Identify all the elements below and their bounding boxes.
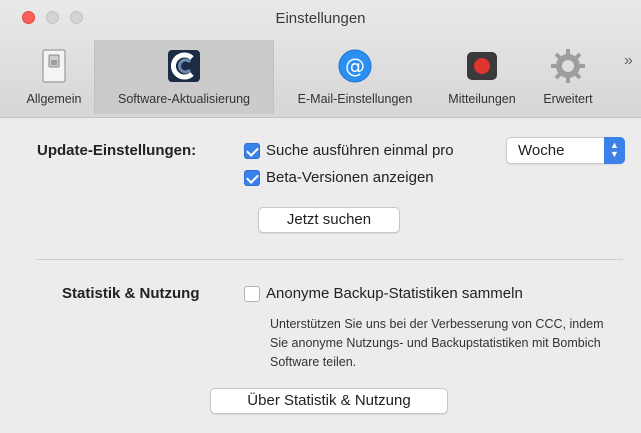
about-statistics-button[interactable]: Über Statistik & Nutzung (210, 388, 448, 414)
toolbar-label: Software-Aktualisierung (117, 92, 250, 106)
toolbar-item-allgemein[interactable]: Allgemein (15, 40, 93, 114)
search-now-button[interactable]: Jetzt suchen (258, 207, 400, 233)
statistics-description: Unterstützen Sie uns bei der Verbesserun… (270, 317, 604, 369)
toolbar-label: Allgemein (26, 92, 82, 106)
beta-versions-label: Beta-Versionen anzeigen (266, 169, 434, 186)
collect-statistics-checkbox[interactable] (244, 286, 260, 302)
svg-text:@: @ (345, 54, 365, 78)
interval-select-value: Woche (518, 142, 565, 159)
toolbar-item-erweitert[interactable]: Erweitert (530, 40, 606, 114)
toolbar-overflow-icon[interactable]: » (624, 52, 633, 70)
switch-icon (42, 49, 66, 83)
at-sign-icon: @ (338, 49, 372, 83)
statistics-usage-label: Statistik & Nutzung (62, 285, 200, 302)
toolbar-item-mitteilungen[interactable]: Mitteilungen (435, 40, 529, 114)
toolbar-item-email[interactable]: @ E-Mail-Einstellungen (276, 40, 434, 114)
search-interval-checkbox[interactable] (244, 143, 260, 159)
toolbar-item-software-aktualisierung[interactable]: Software-Aktualisierung (94, 40, 274, 114)
collect-statistics-label: Anonyme Backup-Statistiken sammeln (266, 285, 523, 302)
beta-versions-checkbox[interactable] (244, 170, 260, 186)
update-settings-label: Update-Einstellungen: (37, 142, 197, 159)
interval-select[interactable]: Woche ▲ ▼ (506, 137, 625, 164)
titlebar: Einstellungen Allgemein Software-Aktuali… (0, 0, 641, 118)
preferences-window: Einstellungen Allgemein Software-Aktuali… (0, 0, 641, 433)
toolbar-label: Erweitert (543, 92, 593, 106)
search-interval-label: Suche ausführen einmal pro (266, 142, 454, 159)
record-icon (467, 52, 497, 80)
select-arrows-icon: ▲ ▼ (604, 137, 625, 164)
toolbar-label: Mitteilungen (448, 92, 516, 106)
section-divider (37, 259, 623, 260)
window-title: Einstellungen (275, 10, 366, 27)
ccc-logo-icon (168, 50, 200, 82)
gear-icon (551, 49, 585, 83)
toolbar-label: E-Mail-Einstellungen (297, 92, 413, 106)
